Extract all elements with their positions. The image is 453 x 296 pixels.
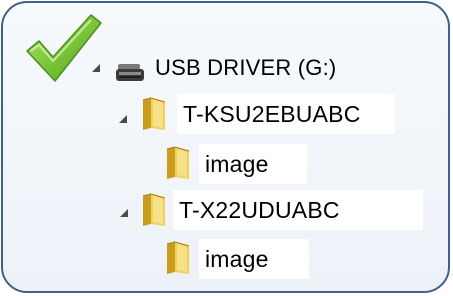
expanded-arrow-icon[interactable]	[91, 63, 101, 73]
folder-label-highlight: image	[199, 239, 309, 279]
expanded-arrow-icon[interactable]	[119, 208, 129, 218]
folder-icon	[166, 241, 190, 274]
drive-label: USB DRIVER (G:)	[155, 55, 337, 80]
folder-icon	[142, 97, 166, 130]
folder-label-highlight: image	[199, 144, 307, 184]
folder-label: image	[205, 245, 269, 272]
green-checkmark-icon	[26, 14, 102, 82]
folder-label-highlight: T-KSU2EBUABC	[177, 94, 395, 134]
tree-panel: USB DRIVER (G:) T-KSU2EBUABC image T-X22…	[1, 1, 450, 293]
folder-icon	[166, 146, 190, 179]
folder-label: T-KSU2EBUABC	[183, 100, 361, 127]
expanded-arrow-icon[interactable]	[118, 114, 128, 124]
folder-label: image	[205, 150, 269, 177]
folder-label: T-X22UDUABC	[179, 196, 340, 223]
folder-label-highlight: T-X22UDUABC	[173, 190, 423, 230]
usb-drive-icon	[116, 64, 144, 81]
folder-icon	[142, 193, 166, 226]
